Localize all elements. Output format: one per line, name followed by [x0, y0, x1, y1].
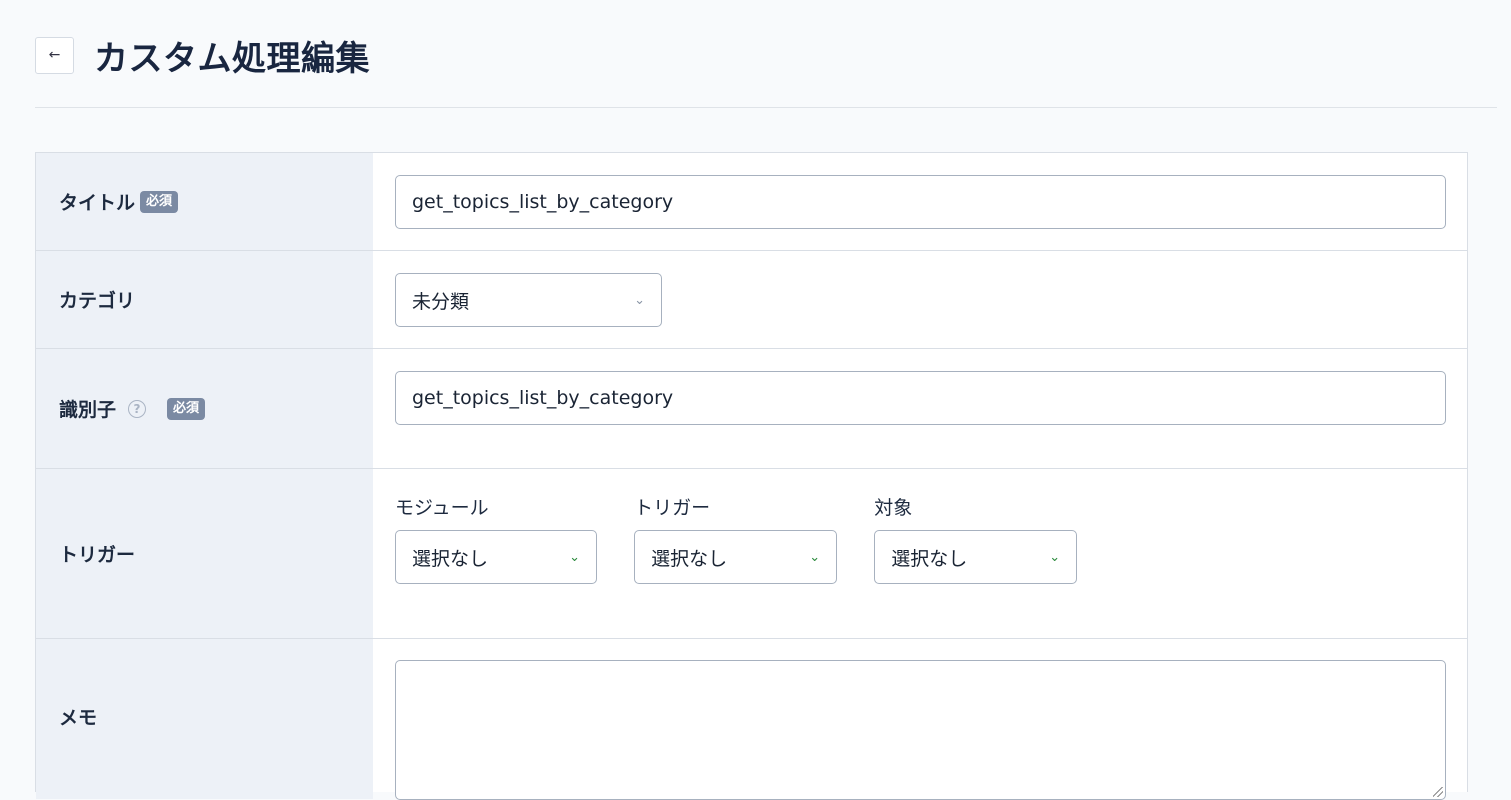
title-label: タイトル	[59, 192, 136, 214]
target-group: 対象 選択なし ⌄	[874, 493, 1078, 584]
chevron-down-icon: ⌄	[1049, 549, 1061, 565]
resize-handle-icon[interactable]	[1433, 787, 1443, 797]
identifier-label-cell: 識別子 ? 必須	[36, 349, 373, 468]
chevron-down-icon: ⌄	[634, 292, 645, 308]
trigger-label-cell: トリガー	[36, 469, 373, 638]
identifier-input[interactable]: get_topics_list_by_category	[395, 371, 1446, 425]
identifier-row: 識別子 ? 必須 get_topics_list_by_category	[36, 349, 1467, 469]
required-badge: 必須	[167, 397, 206, 420]
trigger-row: トリガー モジュール 選択なし ⌄ トリガー 選択なし ⌄ 対象 選択なし ⌄	[36, 469, 1467, 639]
category-row: カテゴリ 未分類 ⌄	[36, 251, 1467, 349]
title-row: タイトル 必須 get_topics_list_by_category	[36, 153, 1467, 251]
trigger-select[interactable]: 選択なし ⌄	[634, 530, 838, 584]
target-label: 対象	[874, 497, 913, 519]
memo-label: メモ	[59, 707, 98, 729]
title-label-cell: タイトル 必須	[36, 153, 373, 250]
title-input[interactable]: get_topics_list_by_category	[395, 175, 1446, 229]
module-group: モジュール 選択なし ⌄	[395, 493, 597, 584]
category-selected-value: 未分類	[412, 290, 470, 313]
category-select[interactable]: 未分類 ⌄	[395, 273, 662, 327]
memo-row: メモ	[36, 639, 1467, 800]
trigger-group: トリガー 選択なし ⌄	[634, 493, 838, 584]
identifier-field-cell: get_topics_list_by_category	[373, 349, 1467, 468]
module-select[interactable]: 選択なし ⌄	[395, 530, 597, 584]
category-field-cell: 未分類 ⌄	[373, 251, 1467, 348]
back-button[interactable]: ←	[35, 36, 74, 74]
identifier-label: 識別子	[59, 399, 117, 421]
title-field-cell: get_topics_list_by_category	[373, 153, 1467, 250]
module-selected-value: 選択なし	[412, 547, 489, 570]
target-select[interactable]: 選択なし ⌄	[874, 530, 1078, 584]
category-label-cell: カテゴリ	[36, 251, 373, 348]
trigger-selected-value: 選択なし	[651, 547, 728, 570]
memo-textarea[interactable]	[395, 660, 1446, 800]
chevron-down-icon: ⌄	[569, 549, 580, 565]
trigger-field-cell: モジュール 選択なし ⌄ トリガー 選択なし ⌄ 対象 選択なし ⌄	[373, 469, 1467, 638]
page-header: ← カスタム処理編集	[35, 30, 370, 80]
trigger-sublabel: トリガー	[634, 497, 711, 519]
module-label: モジュール	[395, 497, 489, 519]
memo-label-cell: メモ	[36, 639, 373, 799]
header-divider	[35, 107, 1497, 108]
edit-form: タイトル 必須 get_topics_list_by_category カテゴリ…	[35, 152, 1468, 800]
required-badge: 必須	[140, 190, 179, 213]
category-label: カテゴリ	[59, 290, 136, 312]
target-selected-value: 選択なし	[891, 547, 968, 570]
memo-field-cell	[373, 639, 1467, 800]
help-icon[interactable]: ?	[128, 399, 147, 418]
page-title: カスタム処理編集	[94, 38, 370, 79]
arrow-left-icon: ←	[48, 47, 61, 63]
chevron-down-icon: ⌄	[809, 549, 821, 565]
trigger-label: トリガー	[59, 544, 136, 566]
